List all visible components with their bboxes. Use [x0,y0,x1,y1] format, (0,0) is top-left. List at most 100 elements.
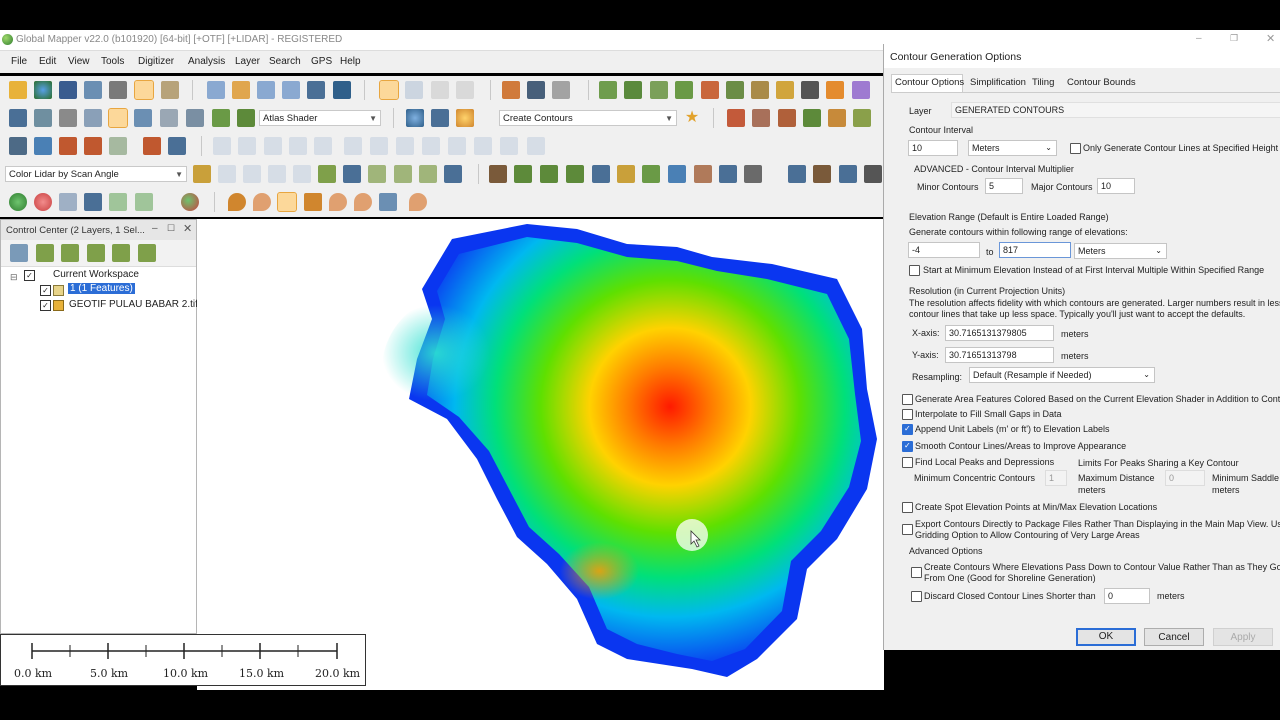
pan-hand-icon[interactable] [232,81,250,99]
lidar-bar-icon[interactable] [744,165,762,183]
slope-shade-icon[interactable] [108,108,128,128]
star-favorite-icon[interactable]: ★ [683,109,701,127]
max-distance-input[interactable]: 0 [1165,470,1205,486]
buffer-icon[interactable] [396,137,414,155]
contour-tool-select[interactable]: Create Contours ▼ [499,110,677,126]
cut-fill-icon[interactable] [675,81,693,99]
menu-analysis[interactable]: Analysis [188,56,225,67]
pin-find-icon[interactable] [409,193,427,211]
overview-map-icon[interactable] [161,81,179,99]
snap-icon[interactable] [314,137,332,155]
pen-icon[interactable] [143,137,161,155]
feature-edit-icon[interactable] [456,81,474,99]
eraser-icon[interactable] [109,137,127,155]
ruler-tool-icon[interactable] [527,137,545,155]
layer-1-label[interactable]: 1 (1 Features) [67,282,136,295]
layer-style-icon[interactable] [852,81,870,99]
tool-cross-icon[interactable] [801,81,819,99]
menu-gps[interactable]: GPS [311,56,332,67]
zoom-out-icon[interactable] [282,81,300,99]
feature-tool-icon[interactable] [34,109,52,127]
elevation-scale-icon[interactable] [134,109,152,127]
vertex-edit-icon[interactable] [828,109,846,127]
zoom-in-icon[interactable] [257,81,275,99]
dialog-close-icon[interactable]: ✕ [1266,32,1275,45]
feature-search-icon[interactable] [552,81,570,99]
lidar-color-select[interactable]: Color Lidar by Scan Angle ▼ [5,166,187,182]
tab-simplification[interactable]: Simplification [970,77,1026,88]
watershed-icon[interactable] [726,81,744,99]
offset-icon[interactable] [448,137,466,155]
maximize-icon[interactable]: ☐ [167,223,175,234]
combine-icon[interactable] [422,137,440,155]
pencil-digitize-icon[interactable] [379,80,399,100]
export-icon[interactable] [84,81,102,99]
close-icon[interactable]: ✕ [183,222,192,235]
scale-icon[interactable] [289,137,307,155]
triangle-icon[interactable] [343,165,361,183]
lidar-classify-icon[interactable] [293,165,311,183]
menu-help[interactable]: Help [340,56,361,67]
forest-icon[interactable] [514,165,532,183]
target-icon[interactable] [34,137,52,155]
discard-closed-checkbox[interactable] [911,591,922,602]
cancel-button[interactable]: Cancel [1144,628,1204,646]
line-edit-icon[interactable] [752,109,770,127]
gps-center-icon[interactable] [379,193,397,211]
wrench-icon[interactable] [109,81,127,99]
stop-icon[interactable] [34,193,52,211]
shader-select[interactable]: Atlas Shader ▼ [259,110,381,126]
lidar-filter-icon[interactable] [193,165,211,183]
points-icon[interactable] [694,165,712,183]
back-arrow-icon[interactable] [307,81,325,99]
edit-doc-icon[interactable] [168,137,186,155]
gps-mark-icon[interactable] [109,193,127,211]
export-package-checkbox[interactable] [902,524,913,535]
lidar-search-icon[interactable] [243,165,261,183]
lidar-building-icon[interactable] [419,165,437,183]
start-at-min-checkbox[interactable] [909,265,920,276]
gps-arrow-icon[interactable] [84,193,102,211]
reshape-icon[interactable] [853,109,871,127]
lidar-noise-icon[interactable] [394,165,412,183]
record-track-icon[interactable] [59,193,77,211]
area-digitize-icon[interactable] [803,109,821,127]
ok-button[interactable]: OK [1076,628,1136,646]
home-icon[interactable] [333,81,351,99]
measure-icon[interactable] [502,81,520,99]
select-icon[interactable] [405,81,423,99]
elevation-min-input[interactable]: -4 [908,242,980,258]
apply-button[interactable]: Apply [1213,628,1273,646]
major-contours-input[interactable]: 10 [1097,178,1135,194]
lidar-select-icon[interactable] [218,165,236,183]
menu-digitizer[interactable]: Digitizer [138,56,174,67]
shrub-icon[interactable] [540,165,558,183]
move-vertex-icon[interactable] [213,137,231,155]
layer-options-icon[interactable] [36,244,54,262]
draw-line-icon[interactable] [9,137,27,155]
3d-view-icon[interactable] [624,81,642,99]
tab-contour-bounds[interactable]: Contour Bounds [1067,77,1136,88]
globe-data-icon[interactable] [34,81,52,99]
play-icon[interactable] [9,193,27,211]
daylight-icon[interactable] [456,109,474,127]
lidar-measure-icon[interactable] [268,165,286,183]
hill-shade-icon[interactable] [212,109,230,127]
save-icon[interactable] [59,81,77,99]
lidar-edit-icon[interactable] [318,165,336,183]
join-icon[interactable] [370,137,388,155]
layer-1-checkbox[interactable]: ✓ [40,285,51,296]
copy-feature-icon[interactable] [500,137,518,155]
crop-feature-icon[interactable] [474,137,492,155]
area-features-checkbox[interactable] [902,394,913,405]
pin-icon[interactable] [228,193,246,211]
terrain-icon[interactable] [237,109,255,127]
vertical-exaggeration-icon[interactable] [186,109,204,127]
building-icon[interactable] [592,165,610,183]
menu-search[interactable]: Search [269,56,301,67]
map-view[interactable] [197,219,884,690]
terrain-profile-icon[interactable] [599,81,617,99]
menu-layer[interactable]: Layer [235,56,260,67]
contour-interval-input[interactable]: 10 [908,140,958,156]
lidar-profile-icon[interactable] [839,165,857,183]
